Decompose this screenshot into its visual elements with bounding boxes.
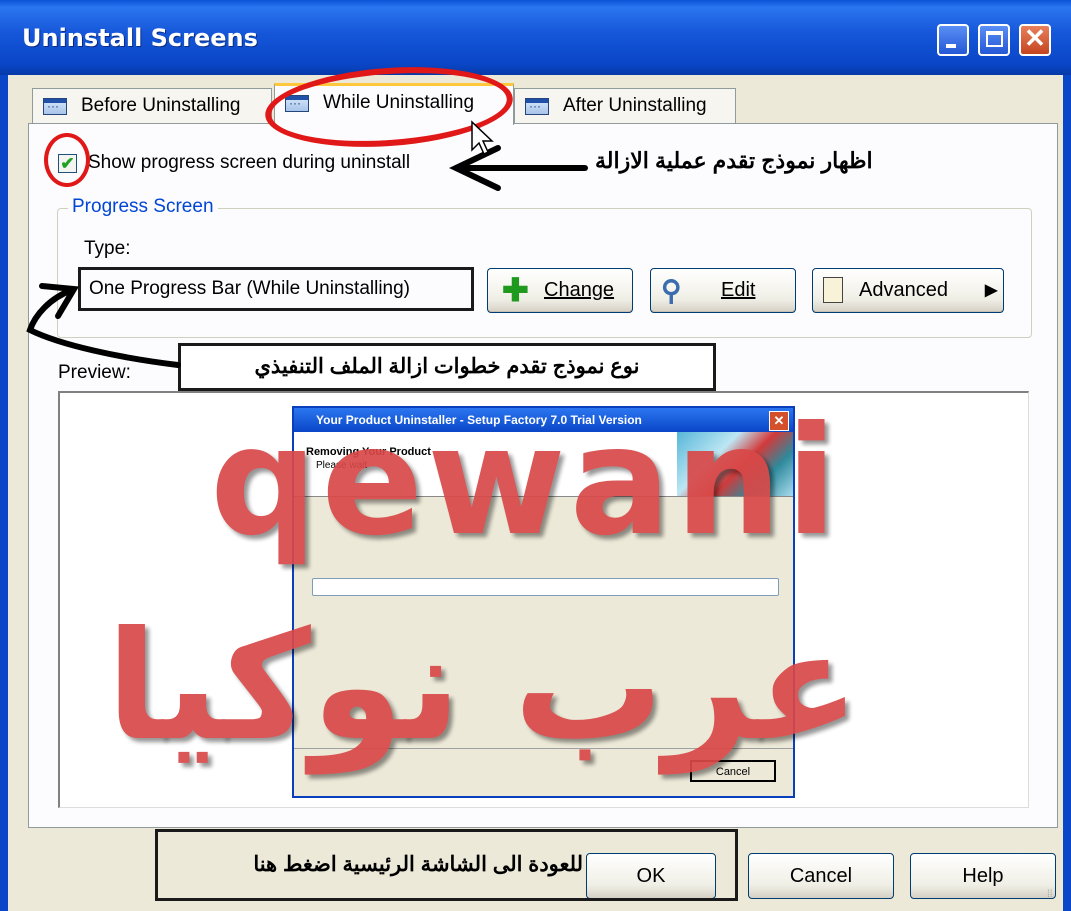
annotation-arrows xyxy=(26,120,588,368)
arrow-to-checkbox-label xyxy=(449,145,588,191)
arrow-to-type-box xyxy=(26,283,181,368)
uninstall-screens-dialog: Uninstall Screens ✕ Before Uninstalling … xyxy=(0,0,1071,911)
